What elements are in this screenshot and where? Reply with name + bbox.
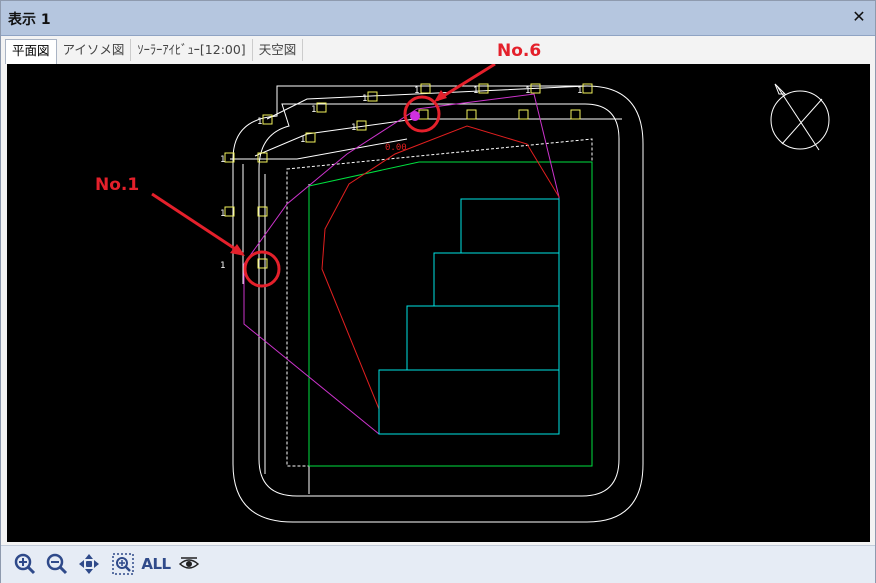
svg-text:1: 1 [362, 94, 367, 104]
tab-sky-view[interactable]: 天空図 [253, 39, 304, 61]
pan-icon[interactable] [77, 551, 101, 577]
svg-text:1: 1 [257, 117, 262, 127]
close-icon[interactable]: ✕ [849, 7, 869, 27]
no6-arrow [436, 64, 496, 102]
svg-text:1: 1 [525, 86, 530, 96]
point-markers [224, 83, 593, 269]
north-compass-icon [770, 83, 830, 151]
svg-text:1: 1 [220, 209, 225, 219]
building-outline [378, 198, 560, 435]
svg-text:1: 1 [220, 155, 225, 165]
view-tabs: 平面図 アイソメ図 ｿｰﾗｰｱｲﾋﾞｭｰ[12:00] 天空図 [5, 39, 304, 64]
title-bar: 表示 1 ✕ [1, 1, 875, 36]
shadow-line [321, 125, 560, 410]
point-no6-marker [410, 111, 420, 121]
site-dashed-boundary [286, 138, 593, 467]
inner-boundary [258, 103, 620, 497]
svg-text:1: 1 [577, 86, 582, 96]
svg-text:1: 1 [473, 86, 478, 96]
view-window: 表示 1 ✕ 平面図 アイソメ図 ｿｰﾗｰｱｲﾋﾞｭｰ[12:00] 天空図 0… [0, 0, 876, 583]
drawing-canvas[interactable]: 0.00 1 1 1 1 1 1 1 1 1 1 1 1 [7, 64, 870, 542]
view-icon[interactable] [177, 551, 201, 577]
svg-text:1: 1 [414, 86, 419, 96]
shadow-label: 0.00 [385, 143, 407, 153]
tab-plan[interactable]: 平面図 [5, 39, 57, 64]
annotation-no1: No.1 [95, 175, 140, 195]
view-toolbar: ALL [1, 545, 875, 583]
no1-arrow [151, 192, 244, 256]
no1-highlight-circle [243, 250, 281, 288]
svg-text:1: 1 [220, 261, 225, 271]
tab-solar-eye-view[interactable]: ｿｰﾗｰｱｲﾋﾞｭｰ[12:00] [131, 39, 253, 61]
svg-text:1: 1 [311, 105, 316, 115]
annotation-no6: No.6 [497, 41, 542, 61]
outer-boundary [232, 85, 644, 523]
svg-text:1: 1 [300, 135, 305, 145]
window-title: 表示 1 [8, 12, 51, 28]
setback-line [308, 161, 593, 467]
svg-text:1: 1 [351, 123, 356, 133]
tab-isometric[interactable]: アイソメ図 [57, 39, 132, 61]
road-line-3 [230, 138, 408, 160]
zoom-in-icon[interactable] [13, 551, 37, 577]
zoom-window-icon[interactable] [111, 551, 135, 577]
zoom-out-icon[interactable] [45, 551, 69, 577]
all-button[interactable]: ALL [141, 551, 171, 577]
